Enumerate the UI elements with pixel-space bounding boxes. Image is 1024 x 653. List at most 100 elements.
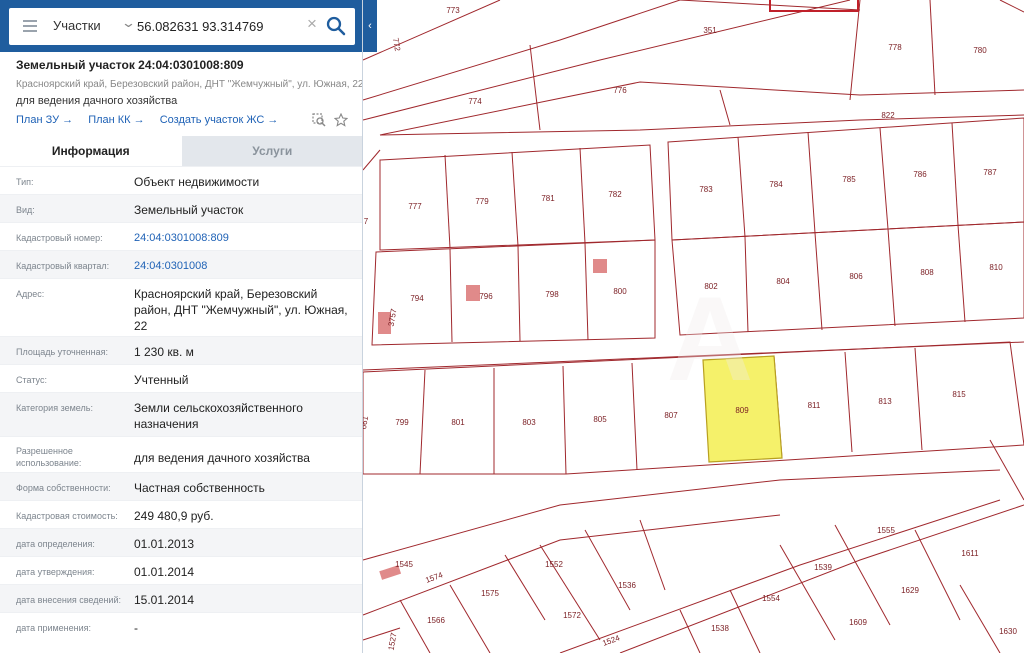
info-value: 249 480,9 руб. [134, 509, 214, 523]
info-label: дата применения: [16, 623, 92, 633]
parcel-label: 811 [808, 401, 821, 410]
tab-info[interactable]: Информация [0, 136, 182, 166]
info-label: Разрешенное использование: [16, 446, 82, 468]
search-box: Участки ⌄ × [9, 8, 355, 45]
create-parcel-link[interactable]: Создать участок ЖС → [160, 114, 279, 126]
parcel-label: 798 [545, 290, 559, 299]
star-icon[interactable] [334, 113, 348, 127]
info-label: Тип: [16, 177, 34, 187]
parcel-label: 1555 [877, 526, 895, 535]
object-title: Земельный участок 24:04:0301008:809 [16, 58, 244, 72]
info-value: Учтенный [134, 373, 189, 387]
object-use: для ведения дачного хозяйства [16, 95, 178, 107]
info-row: дата утверждения: 01.01.2014 [0, 556, 362, 584]
parcel-label: 1539 [814, 563, 832, 572]
menu-icon[interactable] [23, 20, 37, 32]
parcel-label: 804 [776, 277, 790, 286]
parcel-label: 777 [408, 202, 422, 211]
parcel-label: 787 [983, 168, 997, 177]
parcel-label: 822 [881, 111, 895, 120]
parcel-label: 1566 [427, 616, 445, 625]
parcel-label: 808 [920, 268, 934, 277]
info-label: Кадастровый номер: [16, 233, 103, 243]
parcel-label: 1609 [849, 618, 867, 627]
parcel-label: 815 [952, 390, 966, 399]
info-row: Форма собственности: Частная собственнос… [0, 472, 362, 500]
info-label: Форма собственности: [16, 483, 111, 493]
parcel-label: 807 [664, 411, 678, 420]
parcel-label: 780 [973, 46, 987, 55]
info-value: Частная собственность [134, 481, 265, 495]
parcel-label: 786 [913, 170, 927, 179]
info-value: 01.01.2014 [134, 565, 195, 579]
parcel-label: 794 [410, 294, 424, 303]
info-label: Площадь уточненная: [16, 347, 108, 357]
parcel-label: 809 [735, 406, 749, 415]
info-label: дата утверждения: [16, 567, 95, 577]
coordinates-input[interactable] [137, 10, 313, 43]
cadastral-number-link[interactable]: 24:04:0301008:809 [134, 230, 354, 246]
plan-zu-link[interactable]: План ЗУ → [16, 114, 73, 126]
search-bar: Участки ⌄ × [0, 0, 362, 52]
search-icon[interactable] [326, 16, 346, 36]
info-value: Красноярский край, Березовский район, ДН… [134, 287, 348, 333]
action-links: План ЗУ → План КК → Создать участок ЖС → [16, 114, 290, 126]
info-row: Категория земель: Земли сельскохозяйстве… [0, 392, 362, 436]
parcel-label: 784 [769, 180, 783, 189]
info-value: 15.01.2014 [134, 593, 195, 607]
building-marker [593, 259, 607, 273]
info-value: - [134, 621, 138, 635]
search-type-select[interactable]: Участки [53, 18, 101, 33]
info-label: Статус: [16, 375, 47, 385]
parcel-label: 800 [613, 287, 627, 296]
parcel-label: 806 [849, 272, 863, 281]
parcel-label: 779 [475, 197, 489, 206]
parcel-label: 1552 [545, 560, 563, 569]
info-row: дата внесения сведений: 15.01.2014 [0, 584, 362, 612]
parcel-label: 1554 [762, 594, 780, 603]
info-row: дата применения: - [0, 612, 362, 653]
info-value: Объект недвижимости [134, 175, 260, 189]
info-row: Адрес: Красноярский край, Березовский ра… [0, 278, 362, 336]
info-value: 01.01.2013 [134, 537, 195, 551]
building-marker [466, 285, 480, 301]
parcel-label: 1545 [395, 560, 413, 569]
info-row: Разрешенное использование: для ведения д… [0, 436, 362, 472]
info-label: дата определения: [16, 539, 95, 549]
chevron-down-icon[interactable]: ⌄ [121, 15, 136, 31]
info-panel: Участки ⌄ × Земельный участок 24:04:0301… [0, 0, 363, 653]
object-address: Красноярский край, Березовский район, ДН… [16, 79, 363, 90]
parcel-label: 801 [451, 418, 465, 427]
parcel-label: 796 [479, 292, 493, 301]
info-value: 1 230 кв. м [134, 345, 194, 359]
parcel-label: 773 [446, 6, 460, 15]
info-row: Площадь уточненная: 1 230 кв. м [0, 336, 362, 364]
parcel-label: 782 [608, 190, 622, 199]
parcel-label: 1630 [999, 627, 1017, 636]
info-value: Земельный участок [134, 203, 244, 217]
parcel-label: 7 [364, 217, 369, 226]
parcel-label: 774 [468, 97, 482, 106]
info-row: Кадастровый номер: 24:04:0301008:809 [0, 222, 362, 250]
info-value: для ведения дачного хозяйства [134, 451, 310, 465]
parcel-label: 1538 [711, 624, 729, 633]
collapse-panel-button[interactable]: ‹ [363, 0, 377, 52]
tabs: Информация Услуги [0, 136, 362, 166]
parcel-label: 776 [613, 86, 627, 95]
parcel-label: 351 [703, 26, 717, 35]
parcel-label: 781 [541, 194, 555, 203]
tab-services[interactable]: Услуги [181, 136, 362, 166]
clear-icon[interactable]: × [307, 14, 317, 34]
zoom-to-object-icon[interactable] [312, 113, 326, 127]
parcel-label: 805 [593, 415, 607, 424]
watermark-logo: A [667, 272, 754, 406]
info-row: Кадастровый квартал: 24:04:0301008 [0, 250, 362, 278]
parcel-label: 785 [842, 175, 856, 184]
info-row: Тип: Объект недвижимости [0, 166, 362, 194]
cadastral-quarter-link[interactable]: 24:04:0301008 [134, 258, 354, 274]
info-label: дата внесения сведений: [16, 595, 121, 605]
plan-kk-link[interactable]: План КК → [88, 114, 144, 126]
info-label: Кадастровая стоимость: [16, 511, 118, 521]
parcel-label: 1629 [901, 586, 919, 595]
parcel-label: 813 [878, 397, 892, 406]
